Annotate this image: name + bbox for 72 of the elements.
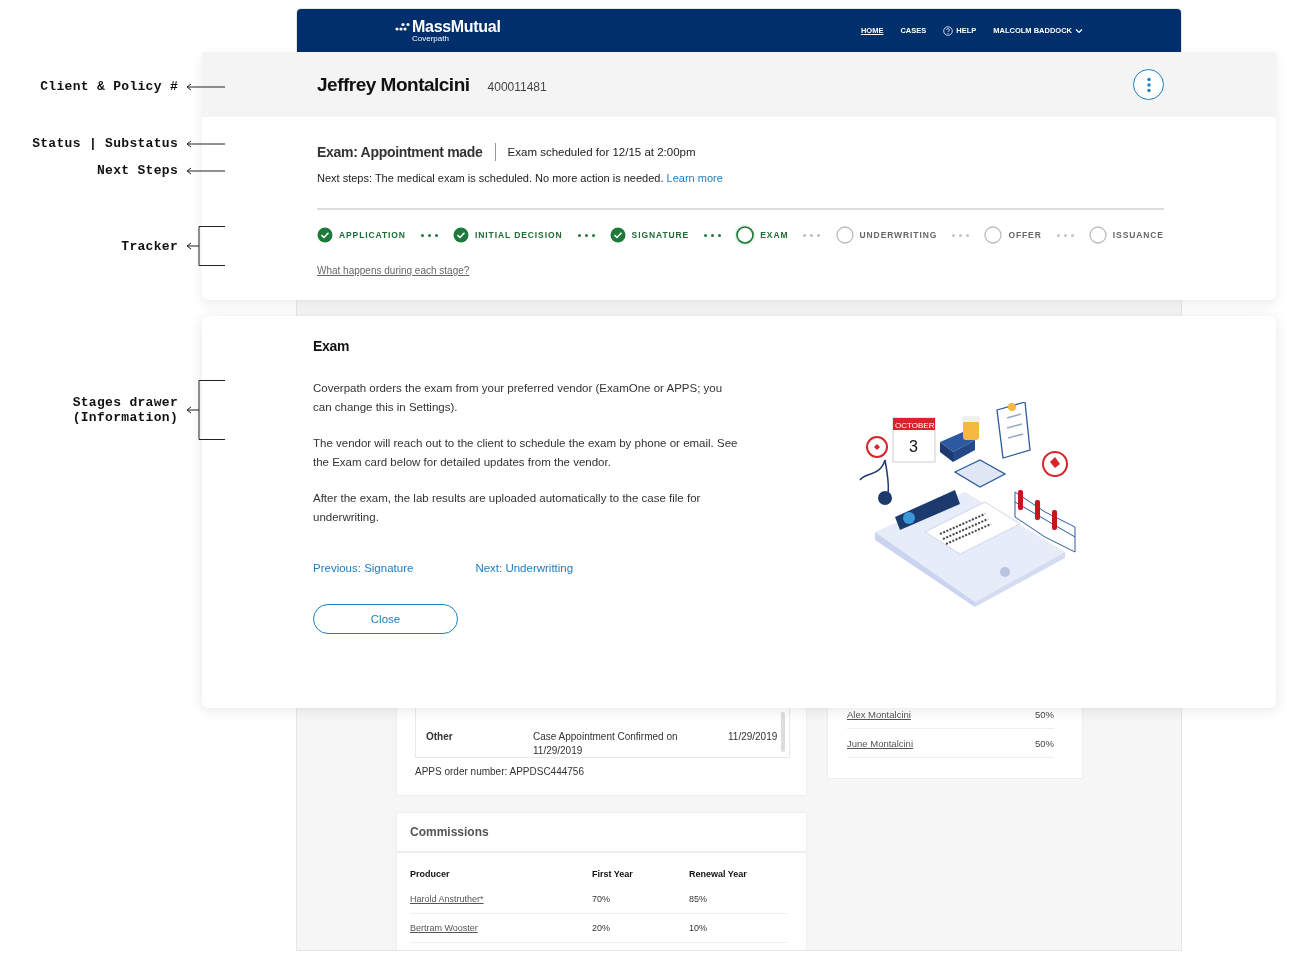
- help-icon: [943, 25, 954, 36]
- circle-icon: [835, 226, 854, 244]
- stage-description: Coverpath orders the exam from your preferred vendor (ExamOne or APPS; you can change this in Settings).: [313, 381, 724, 415]
- next-stage-link[interactable]: Next: Underwritting: [475, 562, 574, 574]
- column-header: First Year: [592, 869, 634, 879]
- order-number: APPS order number: APPDSC444756: [415, 766, 585, 777]
- card-title: Commissions: [397, 813, 806, 853]
- annotation-label: Tracker: [121, 238, 178, 254]
- dots-connector: [803, 233, 821, 237]
- check-circle-icon: [453, 227, 469, 243]
- more-vertical-icon: [1146, 76, 1151, 93]
- table-cell: 50%: [1035, 708, 1054, 720]
- circle-icon: [1088, 226, 1107, 244]
- logo-dots-icon: [395, 22, 410, 31]
- table-cell-text: Other: [426, 730, 453, 744]
- arrow-icon: [186, 82, 226, 91]
- drawer-title: Exam: [313, 338, 351, 354]
- previous-stage-link[interactable]: Previous: Signature: [313, 562, 414, 574]
- dots-connector: [952, 233, 970, 237]
- producer-link[interactable]: Bertram Wooster: [410, 923, 592, 933]
- logo: MassMutual: [412, 18, 501, 35]
- dots-connector: [420, 233, 438, 237]
- tracker-stage[interactable]: INITIAL DECISION: [453, 227, 563, 243]
- table-cell-text: 10%: [689, 923, 708, 933]
- more-options-button[interactable]: [1133, 69, 1164, 100]
- table-cell-text: 11/29/2019: [728, 730, 778, 744]
- producer-link[interactable]: Harold Anstruther*: [410, 894, 592, 904]
- tracker-stage[interactable]: SIGNATURE: [609, 227, 690, 243]
- bracket-icon: [186, 226, 226, 266]
- close-button[interactable]: Close: [313, 604, 458, 634]
- table-cell: 50%: [1035, 737, 1054, 749]
- annotation-label: Next Steps: [97, 163, 178, 178]
- policy-number: 400011481: [487, 79, 547, 94]
- case-status: Exam: Appointment made: [317, 143, 496, 161]
- tracker-stage[interactable]: APPLICATION: [317, 227, 406, 243]
- check-circle-icon: [609, 227, 626, 243]
- chevron-down-icon: [1075, 27, 1083, 34]
- annotation-label: Client & Policy #: [40, 79, 178, 94]
- client-name: Jeffrey Montalcini: [317, 73, 470, 96]
- annotation-label: Status | Substatus: [32, 136, 178, 151]
- circle-icon: [736, 226, 755, 244]
- stage-description: After the exam, the lab results are uploaded automatically to the case file for underwriting.: [313, 491, 702, 525]
- table-cell-text: 85%: [689, 894, 708, 904]
- tracker-stage[interactable]: EXAM: [736, 226, 789, 244]
- tracker-stage[interactable]: OFFER: [984, 226, 1042, 244]
- dots-connector: [704, 233, 722, 237]
- tracker-stage[interactable]: ISSUANCE: [1088, 226, 1164, 244]
- bracket-icon: [186, 380, 226, 440]
- scrollbar: [781, 712, 785, 752]
- dots-connector: [1056, 233, 1074, 237]
- learn-more-link[interactable]: Learn more: [666, 172, 723, 184]
- beneficiary-link[interactable]: Alex Montalcini: [847, 708, 911, 720]
- beneficiary-link[interactable]: June Montalcini: [847, 737, 913, 749]
- next-steps-text: Next steps: The medical exam is scheduled. No more action is needed. Learn more: [317, 172, 724, 184]
- table-cell-text: 70%: [592, 894, 611, 904]
- dots-connector: [577, 233, 595, 237]
- tracker-stage[interactable]: UNDERWRITING: [835, 226, 938, 244]
- calendar-day: 3: [909, 438, 918, 455]
- column-header: Producer: [410, 869, 451, 879]
- product-name: Coverpath: [412, 34, 450, 43]
- stage-description: The vendor will reach out to the client to schedule the exam by phone or email. See the Exam card below for detailed updates from the vendor.: [313, 436, 739, 470]
- calendar-month: OCTOBER: [895, 420, 935, 430]
- case-substatus: Exam scheduled for 12/15 at 2:00pm: [507, 146, 696, 158]
- annotation-label: Stages drawer (Information): [72, 395, 178, 425]
- arrow-icon: [186, 166, 226, 175]
- arrow-icon: [186, 139, 226, 148]
- check-circle-icon: [317, 227, 333, 243]
- column-header: Renewal Year: [689, 869, 748, 879]
- table-cell-text: 20%: [592, 923, 611, 933]
- stages-help-link[interactable]: What happens during each stage?: [317, 265, 470, 276]
- table-cell-text: Case Appointment Confirmed on 11/29/2019: [533, 730, 679, 758]
- circle-icon: [984, 226, 1003, 244]
